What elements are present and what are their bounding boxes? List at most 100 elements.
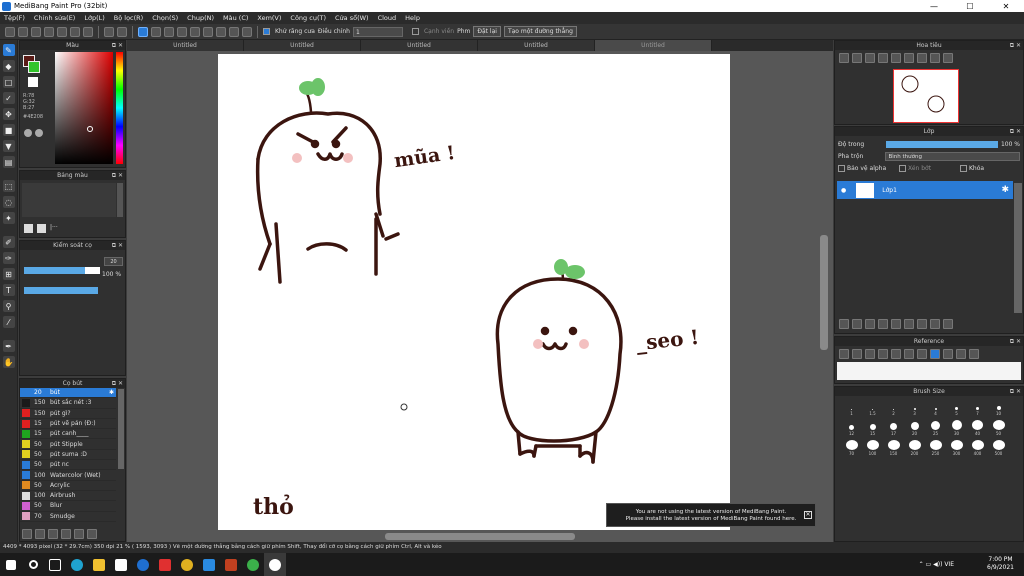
snap-circle-icon[interactable] <box>216 26 226 37</box>
select-eraser-icon[interactable]: ✑ <box>2 252 15 264</box>
create-line-button[interactable]: Tạo một đường thẳng <box>503 26 577 37</box>
duplicate-brush-icon[interactable] <box>87 529 97 539</box>
brush-item[interactable]: 70 Smudge <box>20 512 116 522</box>
system-tray[interactable]: ⌃ ▭ ◀)) VIE <box>919 561 954 568</box>
open-icon[interactable] <box>44 26 54 37</box>
protect-alpha-checkbox[interactable] <box>838 164 845 172</box>
add-layer-menu-icon[interactable] <box>878 319 888 329</box>
color-wheel-icon[interactable] <box>35 129 43 137</box>
brush-size-option[interactable]: 300 <box>946 440 967 456</box>
zoom-out-icon[interactable] <box>852 53 862 63</box>
snap-vanishing-icon[interactable] <box>190 26 200 37</box>
brush-size-option[interactable]: 1 <box>841 400 862 416</box>
move-tool-icon[interactable]: ✥ <box>2 108 15 120</box>
snap-cross-icon[interactable] <box>164 26 174 37</box>
brush-item[interactable]: 50 pút nc <box>20 460 116 471</box>
shape-tool-icon[interactable]: □ <box>2 76 15 88</box>
layer-menu-icon[interactable] <box>930 319 940 329</box>
chrome-icon[interactable] <box>176 553 198 576</box>
magic-wand-icon[interactable]: ✦ <box>2 212 15 224</box>
brush-settings-icon[interactable]: ✱ <box>109 389 114 396</box>
minimize-button[interactable]: — <box>916 2 952 11</box>
brush-size-option[interactable]: 7 <box>967 400 988 416</box>
snap-settings-icon[interactable] <box>242 26 252 37</box>
ref-zoom-out-icon[interactable] <box>904 349 914 359</box>
save-icon[interactable] <box>57 26 67 37</box>
cloud-brush-icon[interactable] <box>22 529 32 539</box>
brush-size-value[interactable]: 20 <box>104 257 123 266</box>
notice-line-2[interactable]: Please install the latest version of Med… <box>607 516 815 523</box>
layer-item[interactable]: ● Lớp1 ✱ <box>837 181 1013 199</box>
brush-size-option[interactable]: 25 <box>925 420 946 436</box>
coccoc-icon[interactable] <box>242 553 264 576</box>
background-color[interactable] <box>28 61 40 73</box>
delete-swatch-icon[interactable] <box>37 224 46 233</box>
correction-select[interactable]: 1 <box>352 26 403 37</box>
brush-size-option[interactable]: 500 <box>988 440 1009 456</box>
reference-area[interactable] <box>837 362 1021 380</box>
notice-close-icon[interactable]: ✕ <box>804 511 812 519</box>
brush-size-option[interactable]: 40 <box>967 420 988 436</box>
select-pen-icon[interactable]: ✐ <box>2 236 15 248</box>
brush-size-option[interactable]: 3 <box>904 400 925 416</box>
transparent-color[interactable] <box>28 77 38 87</box>
brush-size-option[interactable]: 30 <box>946 420 967 436</box>
brush-scrollbar[interactable] <box>118 389 124 469</box>
canvas-edge-checkbox[interactable] <box>411 28 419 35</box>
menu-capture[interactable]: Chup(N) <box>187 14 214 22</box>
menu-cloud[interactable]: Cloud <box>378 14 397 22</box>
ref-close-icon[interactable] <box>865 349 875 359</box>
new-1bit-layer-icon[interactable] <box>865 319 875 329</box>
tab-untitled-1[interactable]: Untitled <box>127 40 244 51</box>
eraser-tool-icon[interactable]: ◆ <box>2 60 15 72</box>
antialias-checkbox[interactable] <box>263 28 270 35</box>
brush-size-option[interactable]: 50 <box>988 420 1009 436</box>
photos-icon[interactable] <box>154 553 176 576</box>
ref-add-icon[interactable] <box>852 349 862 359</box>
divide-tool-icon[interactable]: ⊞ <box>2 268 15 280</box>
brush-item[interactable]: 50 pút Stipple <box>20 439 116 450</box>
snap-off-icon[interactable] <box>138 26 148 37</box>
rotate-right-icon[interactable] <box>930 53 940 63</box>
brush-item[interactable]: 15 pút canh____ <box>20 429 116 440</box>
layer-settings-icon[interactable]: ✱ <box>1001 185 1009 195</box>
operation-tool-icon[interactable]: ⚲ <box>2 300 15 312</box>
layer-folder-icon[interactable] <box>891 319 901 329</box>
merge-down-icon[interactable] <box>917 319 927 329</box>
lasso-tool-icon[interactable]: ◌ <box>2 196 15 208</box>
swatch-area[interactable] <box>22 183 116 217</box>
cloud-icon[interactable] <box>5 26 15 37</box>
file-explorer-icon[interactable] <box>88 553 110 576</box>
brush-size-option[interactable]: 5 <box>946 400 967 416</box>
brush-opacity-slider[interactable] <box>24 287 98 294</box>
zalo-icon[interactable] <box>198 553 220 576</box>
canvas-horizontal-scrollbar[interactable] <box>385 533 575 540</box>
canvas-vertical-scrollbar[interactable] <box>820 235 828 350</box>
brush-item[interactable]: 150 pút gì? <box>20 409 116 419</box>
dropper-icon[interactable]: ✒ <box>2 340 15 352</box>
palette-icon[interactable] <box>24 129 32 137</box>
search-icon[interactable] <box>22 553 44 576</box>
brush-item[interactable]: 50 pút suma :D <box>20 450 116 461</box>
swatch-scrollbar[interactable] <box>117 183 123 217</box>
ref-hand-icon[interactable] <box>930 349 940 359</box>
menu-tools[interactable]: Công cụ(T) <box>290 14 326 22</box>
brush-size-option[interactable]: 4 <box>925 400 946 416</box>
lock-checkbox[interactable] <box>960 164 967 172</box>
menu-color[interactable]: Màu (C) <box>223 14 248 22</box>
duplicate-layer-icon[interactable] <box>904 319 914 329</box>
saturation-value-picker[interactable] <box>55 52 113 164</box>
actual-size-icon[interactable] <box>878 53 888 63</box>
reset-button[interactable]: Đặt lại <box>473 26 501 37</box>
brush-size-option[interactable]: 10 <box>988 400 1009 416</box>
brush-item[interactable]: 100 Airbrush <box>20 491 116 502</box>
brush-size-option[interactable]: 200 <box>904 440 925 456</box>
ref-rotate-icon[interactable] <box>943 349 953 359</box>
brush-item[interactable]: 15 pút vẽ pán (Đ:) <box>20 419 116 430</box>
tab-untitled-4[interactable]: Untitled <box>478 40 595 51</box>
brush-size-option[interactable]: 250 <box>925 440 946 456</box>
brush-item[interactable]: 150 bút sắc nét :3 <box>20 398 116 409</box>
fit-icon[interactable] <box>865 53 875 63</box>
ref-flip-icon[interactable] <box>956 349 966 359</box>
brush-size-option[interactable]: 400 <box>967 440 988 456</box>
